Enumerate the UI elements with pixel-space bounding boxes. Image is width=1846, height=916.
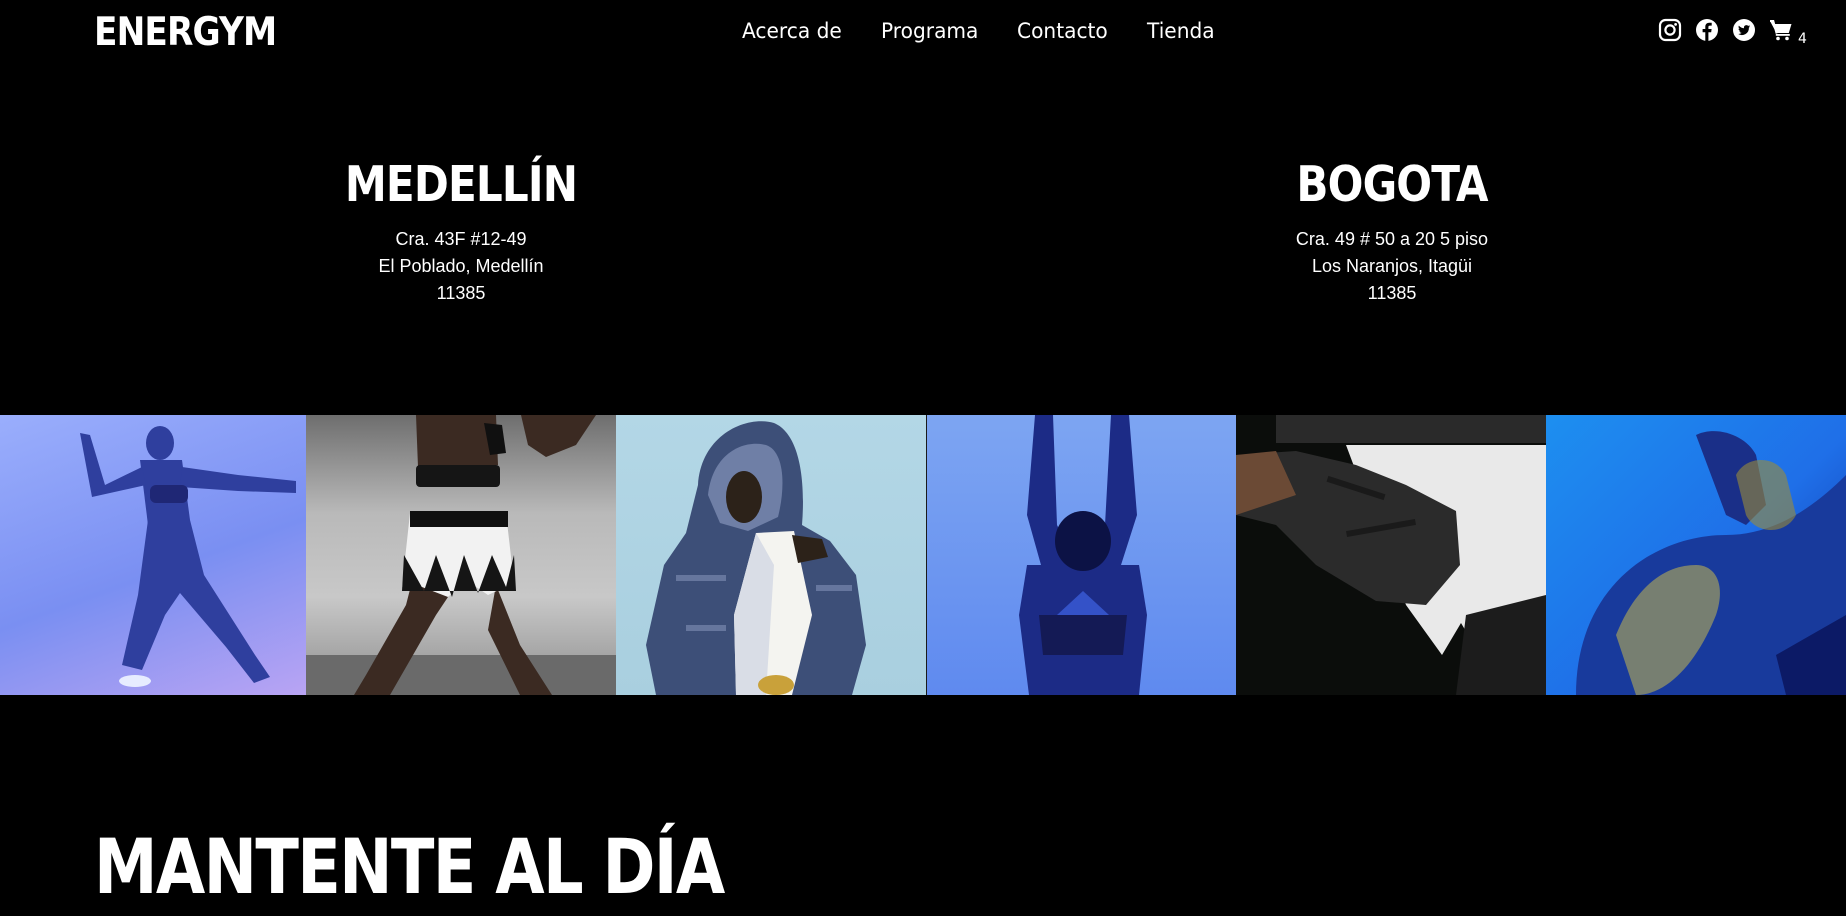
photo-gallery <box>0 415 1846 695</box>
nav-about[interactable]: Acerca de <box>742 19 842 43</box>
athlete-running-photo <box>0 415 306 695</box>
postal-code: 11385 <box>436 283 486 303</box>
location-bogota: BOGOTA Cra. 49 # 50 a 20 5 piso Los Nara… <box>1162 156 1622 307</box>
city-title: MEDELLÍN <box>344 156 578 213</box>
address-line: El Poblado, Medellín <box>378 256 544 276</box>
city-title: BOGOTA <box>1296 156 1488 213</box>
main-nav: Acerca de Programa Contacto Tienda <box>742 19 1252 43</box>
site-header: ENERGYM Acerca de Programa Contacto Tien… <box>0 0 1846 66</box>
address-line: Los Naranjos, Itagüi <box>1311 256 1473 276</box>
facebook-icon[interactable] <box>1695 18 1719 42</box>
social-links <box>1658 18 1806 42</box>
nav-contact[interactable]: Contacto <box>1017 19 1108 43</box>
wrapped-fist-photo <box>1236 415 1546 695</box>
section-heading: MANTENTE AL DÍA <box>94 822 725 911</box>
address: Cra. 43F #12-49 El Poblado, Medellín 113… <box>231 226 691 307</box>
location-medellin: MEDELLÍN Cra. 43F #12-49 El Poblado, Med… <box>231 156 691 307</box>
arms-raised-photo <box>926 415 1236 695</box>
address-line: Cra. 49 # 50 a 20 5 piso <box>1295 229 1489 249</box>
instagram-icon[interactable] <box>1658 18 1682 42</box>
logo[interactable]: ENERGYM <box>94 10 277 55</box>
nav-shop[interactable]: Tienda <box>1147 19 1215 43</box>
shoulder-closeup-photo <box>1546 415 1846 695</box>
boxer-stance-photo <box>306 415 616 695</box>
cart-icon[interactable] <box>1769 18 1793 42</box>
twitter-icon[interactable] <box>1732 18 1756 42</box>
nav-program[interactable]: Programa <box>881 19 978 43</box>
hooded-athlete-photo <box>616 415 926 695</box>
cart-count-badge: 4 <box>1798 31 1807 47</box>
address: Cra. 49 # 50 a 20 5 piso Los Naranjos, I… <box>1162 226 1622 307</box>
address-line: Cra. 43F #12-49 <box>395 229 527 249</box>
postal-code: 11385 <box>1367 283 1417 303</box>
